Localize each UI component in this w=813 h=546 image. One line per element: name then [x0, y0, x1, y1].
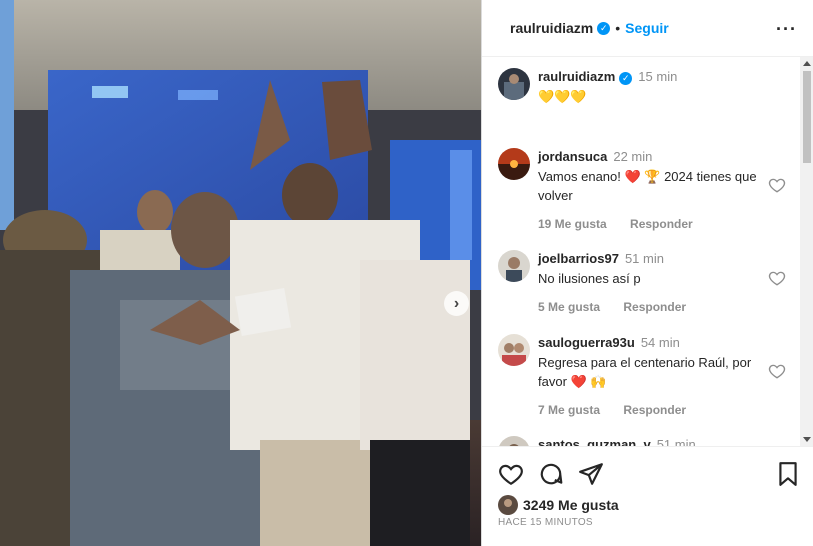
comment-meta: 7 Me gusta Responder — [538, 403, 766, 417]
follow-button[interactable]: Seguir — [625, 20, 669, 36]
post-side-panel: raulruidiazm ✓ • Seguir ··· raulruidiazm… — [481, 0, 813, 546]
comments-scrollbar[interactable] — [800, 57, 813, 446]
comment-body: jordansuca 22 min Vamos enano! ❤️ 🏆 2024 … — [538, 148, 766, 231]
caption-username[interactable]: raulruidiazm — [538, 69, 615, 84]
post-timestamp: HACE 15 MINUTOS — [498, 517, 593, 528]
comment-text: No ilusiones así p — [538, 271, 641, 286]
commenter-avatar[interactable] — [498, 250, 530, 282]
comment-username[interactable]: sauloguerra93u — [538, 335, 635, 350]
comment-username[interactable]: joelbarrios97 — [538, 251, 619, 266]
comment-body: santos_guzman_v 51 min — [538, 436, 766, 446]
comment-likes-count[interactable]: 7 Me gusta — [538, 403, 600, 417]
next-slide-button[interactable]: › — [444, 291, 469, 316]
video-frame — [0, 0, 481, 546]
caption-body: raulruidiazm ✓ 15 min 💛💛💛 — [538, 68, 766, 106]
post-video[interactable]: › — [0, 0, 481, 546]
verified-badge-icon: ✓ — [619, 72, 633, 85]
heart-icon[interactable] — [498, 461, 524, 487]
comment-text: Regresa para el centenario Raúl, por fav… — [538, 355, 752, 389]
scroll-up-arrow-icon[interactable] — [803, 61, 811, 66]
caption-text: 💛💛💛 — [538, 89, 587, 104]
comments-list[interactable]: raulruidiazm ✓ 15 min 💛💛💛 jordansuca 22 min… — [482, 57, 800, 446]
comment-username[interactable]: santos_guzman_v — [538, 437, 651, 446]
comment-body: joelbarrios97 51 min No ilusiones así p 5… — [538, 250, 766, 314]
chevron-right-icon: › — [453, 294, 460, 312]
commenter-avatar[interactable] — [498, 436, 530, 446]
heart-icon[interactable] — [768, 176, 786, 194]
author-avatar[interactable] — [498, 68, 530, 100]
comment-likes-count[interactable]: 19 Me gusta — [538, 217, 607, 231]
heart-icon[interactable] — [768, 362, 786, 380]
comment-meta: 19 Me gusta Responder — [538, 217, 766, 231]
heart-icon[interactable] — [768, 269, 786, 287]
reply-button[interactable]: Responder — [623, 300, 686, 314]
likes-summary[interactable]: 3249 Me gusta — [498, 495, 619, 515]
post-actions: 3249 Me gusta HACE 15 MINUTOS — [482, 446, 813, 546]
author-username[interactable]: raulruidiazm — [510, 20, 593, 36]
instagram-post-view: › raulruidiazm ✓ • Seguir ··· raulruidia… — [0, 0, 813, 546]
scroll-down-arrow-icon[interactable] — [803, 437, 811, 442]
scroll-thumb[interactable] — [803, 71, 811, 163]
reply-button[interactable]: Responder — [623, 403, 686, 417]
verified-badge-icon: ✓ — [597, 21, 611, 35]
caption-time: 15 min — [638, 69, 678, 84]
comment-meta: 5 Me gusta Responder — [538, 300, 766, 314]
comment-text: Vamos enano! ❤️ 🏆 2024 tienes que volver — [538, 169, 757, 203]
comment-body: sauloguerra93u 54 min Regresa para el cen… — [538, 334, 766, 417]
comment-username[interactable]: jordansuca — [538, 149, 607, 164]
comment-time: 22 min — [613, 149, 653, 164]
more-options-icon[interactable]: ··· — [776, 19, 797, 40]
commenter-avatar[interactable] — [498, 148, 530, 180]
bookmark-icon[interactable] — [775, 461, 801, 487]
liker-avatar — [498, 495, 518, 515]
comment-time: 51 min — [656, 437, 696, 446]
comment-likes-count[interactable]: 5 Me gusta — [538, 300, 600, 314]
separator-dot: • — [615, 20, 621, 36]
comment-icon[interactable] — [538, 461, 564, 487]
post-header: raulruidiazm ✓ • Seguir ··· — [482, 0, 813, 57]
reply-button[interactable]: Responder — [630, 217, 693, 231]
send-icon[interactable] — [578, 461, 604, 487]
commenter-avatar[interactable] — [498, 334, 530, 366]
likes-count[interactable]: 3249 Me gusta — [523, 497, 619, 513]
comment-time: 51 min — [624, 251, 664, 266]
comment-time: 54 min — [640, 335, 680, 350]
